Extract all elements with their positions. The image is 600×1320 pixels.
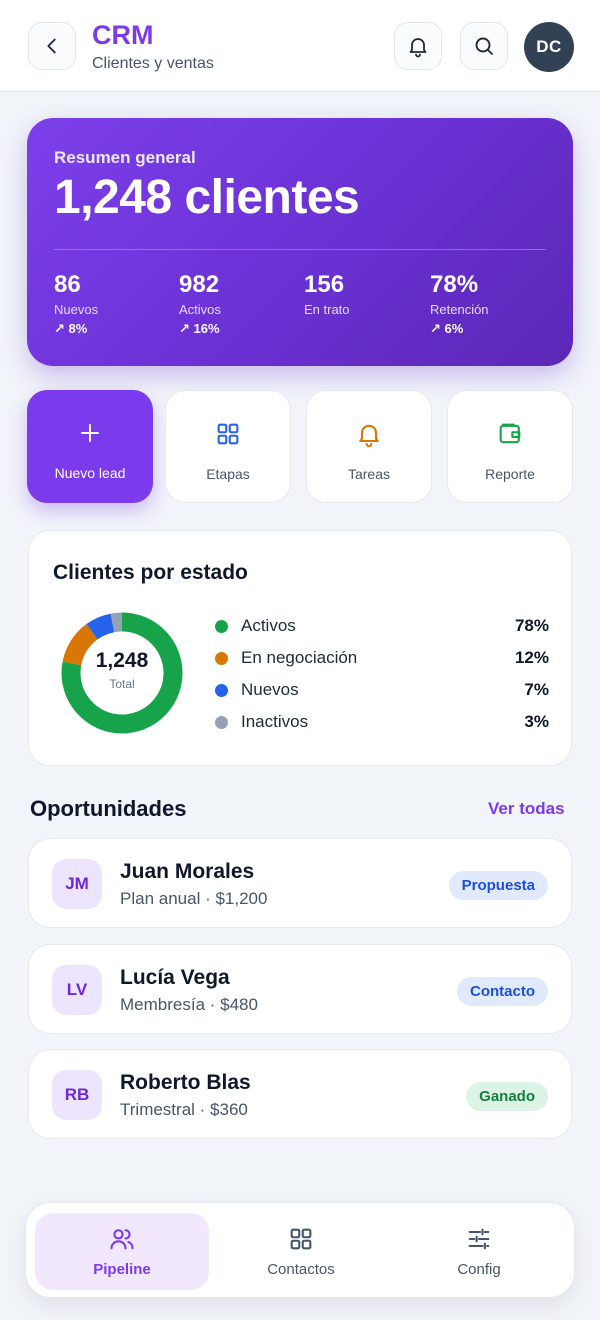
wallet-icon: [495, 419, 525, 449]
stat-active: 982 Activos ↗ 16%: [179, 271, 299, 337]
card-title: Clientes por estado: [53, 561, 248, 584]
report-button[interactable]: Reporte: [447, 390, 573, 503]
donut-slice-inactivos: [110, 612, 123, 633]
tasks-button[interactable]: Tareas: [306, 390, 432, 503]
stat-value: 78%: [430, 271, 479, 298]
opportunity-item[interactable]: JM Juan Morales Plan anual · $1,200 Prop…: [28, 838, 572, 928]
status-badge: Ganado: [466, 1082, 548, 1111]
clients-by-status-card: Clientes por estado 1,248 Total Activos …: [28, 530, 572, 766]
nav-label: Pipeline: [93, 1261, 151, 1278]
contact-avatar: JM: [52, 859, 102, 909]
legend-pct: 3%: [524, 712, 549, 731]
contact-avatar: LV: [52, 965, 102, 1015]
users-icon: [110, 1229, 134, 1250]
legend-pct: 12%: [514, 648, 549, 667]
chevron-left-icon: [47, 38, 56, 54]
deal-detail: Plan anual · $1,200: [120, 889, 268, 908]
user-avatar[interactable]: DC: [524, 22, 574, 72]
stat-value: 86: [54, 271, 81, 298]
app-title: CRM: [92, 20, 154, 50]
legend-item-new: Nuevos 7%: [215, 678, 549, 702]
back-button[interactable]: [28, 22, 76, 70]
nav-item-pipeline[interactable]: Pipeline: [35, 1213, 209, 1290]
legend-dot: [215, 619, 228, 633]
stat-delta: ↗ 8%: [54, 321, 88, 336]
summary-divider: [54, 249, 546, 250]
donut-chart: [61, 612, 183, 734]
notifications-button[interactable]: [394, 22, 442, 70]
nav-item-contacts[interactable]: Contactos: [214, 1213, 388, 1290]
stages-button[interactable]: Etapas: [165, 390, 291, 503]
stat-retention: 78% Retención ↗ 6%: [430, 271, 550, 337]
summary-label: Resumen general: [54, 148, 196, 167]
bell-icon: [409, 38, 427, 58]
legend-dot: [215, 715, 228, 729]
legend-item-negotiation: En negociación 12%: [215, 646, 549, 670]
stat-value: 982: [179, 271, 220, 298]
quick-action-label: Reporte: [485, 466, 535, 482]
sliders-icon: [468, 1228, 490, 1250]
legend-name: Nuevos: [241, 680, 299, 699]
contact-name: Juan Morales: [120, 860, 255, 883]
stat-label: Retención: [430, 302, 489, 317]
legend-item-inactive: Inactivos 3%: [215, 710, 549, 734]
donut-caption: Total: [109, 677, 135, 691]
stat-in-deal: 156 En trato: [304, 271, 424, 317]
stat-new: 86 Nuevos ↗ 8%: [54, 271, 174, 337]
contact-name: Roberto Blas: [120, 1071, 251, 1094]
opportunity-item[interactable]: RB Roberto Blas Trimestral · $360 Ganado: [28, 1049, 572, 1139]
stat-label: Nuevos: [54, 302, 99, 317]
summary-value: 1,248 clientes: [54, 171, 360, 224]
quick-action-label: Etapas: [206, 466, 250, 482]
summary-card: Resumen general 1,248 clientes 86 Nuevos…: [27, 118, 573, 366]
legend-item-active: Activos 78%: [215, 614, 549, 638]
deal-detail: Trimestral · $360: [120, 1100, 248, 1119]
new-lead-button[interactable]: Nuevo lead: [27, 390, 153, 503]
bell-icon: [354, 419, 384, 449]
section-title: Oportunidades: [30, 796, 187, 821]
legend-pct: 7%: [524, 680, 549, 699]
status-badge: Propuesta: [448, 871, 548, 900]
stat-value: 156: [304, 271, 345, 298]
status-badge: Contacto: [457, 977, 548, 1006]
legend-name: Activos: [241, 616, 296, 635]
app-subtitle: Clientes y ventas: [92, 55, 214, 72]
donut-slice-nuevos: [86, 613, 115, 640]
contact-name: Lucía Vega: [120, 966, 230, 989]
bottom-navigation: Pipeline Contactos Config: [25, 1202, 575, 1298]
search-icon: [475, 37, 493, 55]
app-header: CRM Clientes y ventas DC: [0, 0, 600, 92]
opportunity-item[interactable]: LV Lucía Vega Membresía · $480 Contacto: [28, 944, 572, 1034]
grid-icon: [290, 1228, 312, 1250]
legend-name: En negociación: [241, 648, 358, 667]
stat-delta: ↗ 6%: [430, 321, 464, 336]
search-button[interactable]: [460, 22, 508, 70]
contact-avatar: RB: [52, 1070, 102, 1120]
quick-action-label: Nuevo lead: [54, 465, 126, 481]
legend-pct: 78%: [514, 616, 549, 635]
nav-label: Contactos: [267, 1261, 335, 1278]
legend-dot: [215, 651, 228, 665]
stat-label: Activos: [179, 302, 221, 317]
grid-icon: [213, 419, 243, 449]
stat-delta: ↗ 16%: [179, 321, 220, 336]
legend-name: Inactivos: [241, 712, 309, 731]
deal-detail: Membresía · $480: [120, 995, 258, 1014]
nav-label: Config: [457, 1261, 501, 1278]
legend-dot: [215, 683, 228, 697]
plus-icon: [75, 418, 105, 448]
see-all-link[interactable]: Ver todas: [488, 799, 565, 819]
quick-action-label: Tareas: [347, 466, 391, 482]
nav-item-config[interactable]: Config: [392, 1213, 566, 1290]
stat-label: En trato: [304, 302, 350, 317]
donut-total: 1,248: [95, 649, 149, 672]
